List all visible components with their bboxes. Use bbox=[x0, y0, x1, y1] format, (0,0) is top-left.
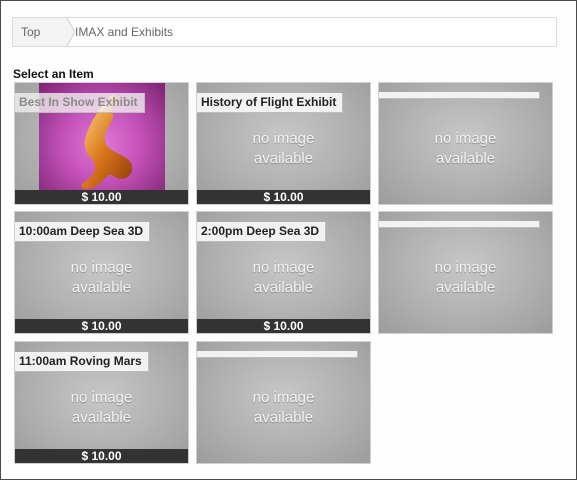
page-frame: Top IMAX and Exhibits Select an Item Bes… bbox=[0, 0, 577, 480]
no-image-line-1: no image bbox=[252, 259, 315, 276]
item-price: $ 10.00 bbox=[197, 190, 370, 204]
item-price: $ 10.00 bbox=[15, 190, 188, 204]
item-tile-history-of-flight[interactable]: no image available History of Flight Exh… bbox=[196, 82, 371, 205]
no-image-line-2: available bbox=[253, 279, 314, 296]
item-tile-deep-sea-2pm[interactable]: no image available 2:00pm Deep Sea 3D $ … bbox=[196, 211, 371, 334]
breadcrumb: Top IMAX and Exhibits bbox=[12, 17, 557, 47]
no-image-line-2: available bbox=[435, 150, 496, 167]
item-tile-untitled-1[interactable]: no image available bbox=[378, 82, 553, 205]
item-tile-untitled-3[interactable]: no image available bbox=[196, 341, 371, 464]
no-image-placeholder: no image available bbox=[15, 258, 188, 298]
item-tile-roving-mars[interactable]: no image available 11:00am Roving Mars $… bbox=[14, 341, 189, 464]
item-title: 2:00pm Deep Sea 3D bbox=[197, 222, 327, 242]
no-image-line-2: available bbox=[71, 279, 132, 296]
item-title-empty bbox=[197, 351, 358, 358]
no-image-placeholder: no image available bbox=[379, 258, 552, 298]
no-image-line-1: no image bbox=[70, 259, 133, 276]
no-image-placeholder: no image available bbox=[197, 258, 370, 298]
section-title: Select an Item bbox=[13, 67, 94, 81]
item-title: History of Flight Exhibit bbox=[197, 93, 344, 113]
no-image-line-1: no image bbox=[252, 130, 315, 147]
breadcrumb-current: IMAX and Exhibits bbox=[75, 25, 174, 39]
no-image-line-2: available bbox=[435, 279, 496, 296]
item-title: 10:00am Deep Sea 3D bbox=[15, 222, 151, 242]
item-tile-untitled-2[interactable]: no image available bbox=[378, 211, 553, 334]
no-image-placeholder: no image available bbox=[15, 388, 188, 428]
no-image-line-1: no image bbox=[434, 130, 497, 147]
no-image-placeholder: no image available bbox=[197, 388, 370, 428]
item-title: 11:00am Roving Mars bbox=[15, 352, 149, 372]
item-price: $ 10.00 bbox=[15, 319, 188, 333]
no-image-line-1: no image bbox=[70, 389, 133, 406]
item-title-empty bbox=[379, 92, 540, 99]
item-tile-deep-sea-10am[interactable]: no image available 10:00am Deep Sea 3D $… bbox=[14, 211, 189, 334]
no-image-line-2: available bbox=[253, 409, 314, 426]
item-tile-best-in-show[interactable]: Best In Show Exhibit $ 10.00 bbox=[14, 82, 189, 205]
no-image-placeholder: no image available bbox=[379, 129, 552, 169]
item-price: $ 10.00 bbox=[197, 319, 370, 333]
breadcrumb-separator-icon bbox=[59, 18, 75, 46]
no-image-line-2: available bbox=[71, 409, 132, 426]
no-image-line-2: available bbox=[253, 150, 314, 167]
no-image-line-1: no image bbox=[252, 389, 315, 406]
item-price: $ 10.00 bbox=[15, 449, 188, 463]
no-image-line-1: no image bbox=[434, 259, 497, 276]
no-image-placeholder: no image available bbox=[197, 129, 370, 169]
item-title: Best In Show Exhibit bbox=[15, 93, 145, 113]
item-title-empty bbox=[379, 221, 540, 228]
